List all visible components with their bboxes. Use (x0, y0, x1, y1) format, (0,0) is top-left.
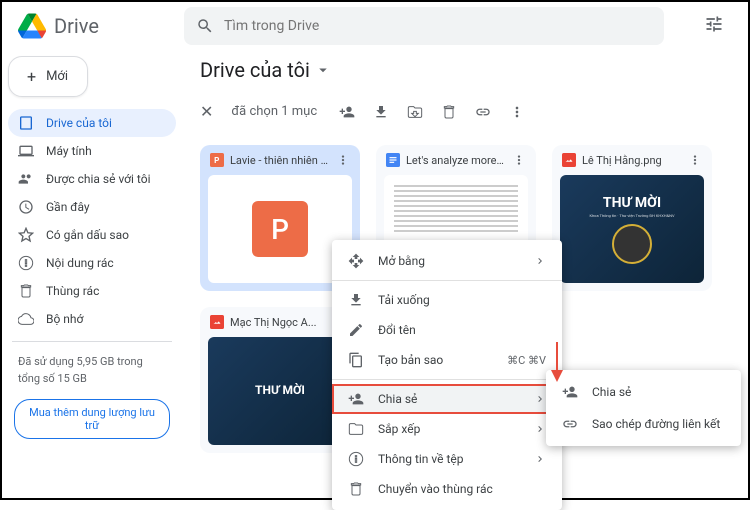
caret-down-icon (314, 61, 332, 79)
link-icon[interactable] (475, 104, 491, 120)
menu-rename[interactable]: Đổi tên (332, 315, 562, 345)
menu-download[interactable]: Tải xuống (332, 285, 562, 315)
trash-icon (18, 283, 34, 299)
sidebar-item-my-drive[interactable]: Drive của tôi (8, 109, 176, 137)
open-with-icon (348, 253, 364, 269)
file-name: Lê Thị Hằng.png (582, 154, 682, 167)
file-thumbnail: THƯ MỜI Khoa Thông tin · Thư viện Trường… (560, 175, 704, 283)
delete-icon[interactable] (441, 104, 457, 120)
file-more-icon[interactable] (512, 153, 526, 167)
report-icon (18, 255, 34, 271)
copy-icon (348, 352, 364, 368)
sidebar-item-storage[interactable]: Bộ nhớ (8, 305, 176, 333)
file-more-icon[interactable] (688, 153, 702, 167)
image-icon (562, 153, 576, 167)
laptop-icon (18, 143, 34, 159)
share-icon (348, 391, 364, 407)
tune-icon (704, 14, 724, 34)
image-icon (210, 315, 224, 329)
sidebar-item-recent[interactable]: Gần đây (8, 193, 176, 221)
download-icon[interactable] (373, 104, 389, 120)
filter-button[interactable] (696, 6, 732, 46)
sidebar-item-trash[interactable]: Thùng rác (8, 277, 176, 305)
menu-copy[interactable]: Tạo bản sao ⌘C ⌘V (332, 345, 562, 375)
move-icon[interactable] (407, 104, 423, 120)
file-name: Lavie - thiên nhiên tr... (230, 154, 330, 167)
folder-icon (348, 421, 364, 437)
search-icon (196, 17, 214, 35)
chevron-right-icon (534, 255, 546, 267)
submenu-copy-link[interactable]: Sao chép đường liên kết (546, 408, 741, 440)
drive-icon (18, 115, 34, 131)
sidebar-item-computers[interactable]: Máy tính (8, 137, 176, 165)
chevron-right-icon (534, 453, 546, 465)
slides-icon: P (210, 153, 224, 167)
cloud-icon (18, 311, 34, 327)
buy-storage-button[interactable]: Mua thêm dung lượng lưu trữ (14, 399, 170, 439)
menu-share[interactable]: Chia sẻ (332, 384, 562, 414)
file-thumbnail: P (208, 175, 352, 283)
svg-text:P: P (214, 155, 219, 165)
people-icon (18, 171, 34, 187)
info-icon (348, 451, 364, 467)
search-bar[interactable] (184, 7, 664, 45)
page-title[interactable]: Drive của tôi (200, 58, 732, 82)
plus-icon: + (27, 67, 36, 86)
sidebar-item-shared[interactable]: Được chia sẻ với tôi (8, 165, 176, 193)
download-icon (348, 292, 364, 308)
edit-icon (348, 322, 364, 338)
selection-count: đã chọn 1 mục (231, 104, 317, 119)
share-submenu: Chia sẻ Sao chép đường liên kết (546, 370, 741, 446)
share-icon (562, 384, 578, 400)
context-menu: Mở bằng Tải xuống Đổi tên Tạo bản sao ⌘C… (332, 240, 562, 510)
sidebar-item-spam[interactable]: Nội dung rác (8, 249, 176, 277)
menu-file-info[interactable]: Thông tin về tệp (332, 444, 562, 474)
menu-open-with[interactable]: Mở bằng (332, 246, 562, 276)
link-icon (562, 416, 578, 432)
submenu-share[interactable]: Chia sẻ (546, 376, 741, 408)
chevron-right-icon (534, 423, 546, 435)
search-input[interactable] (224, 18, 652, 34)
sidebar-item-starred[interactable]: Có gắn dấu sao (8, 221, 176, 249)
annotation-arrow (547, 342, 567, 382)
more-icon[interactable] (509, 104, 525, 120)
file-card[interactable]: Lê Thị Hằng.png THƯ MỜI Khoa Thông tin ·… (552, 145, 712, 291)
new-button[interactable]: + Mới (8, 56, 88, 97)
docs-icon (386, 153, 400, 167)
file-more-icon[interactable] (336, 153, 350, 167)
menu-organize[interactable]: Sắp xếp (332, 414, 562, 444)
chevron-right-icon (534, 393, 546, 405)
share-person-icon[interactable] (339, 104, 355, 120)
trash-icon (348, 481, 364, 497)
clock-icon (18, 199, 34, 215)
clear-selection-button[interactable]: ✕ (200, 102, 213, 121)
file-name: Mạc Thị Ngọc A... (230, 316, 330, 329)
app-name: Drive (54, 14, 99, 38)
storage-used-text: Đã sử dụng 5,95 GB trong tổng số 15 GB (8, 350, 176, 391)
file-name: Let's analyze more de... (406, 154, 506, 167)
drive-logo-icon (18, 12, 46, 40)
file-thumbnail: THƯ MỜI (208, 337, 352, 445)
star-icon (18, 227, 34, 243)
